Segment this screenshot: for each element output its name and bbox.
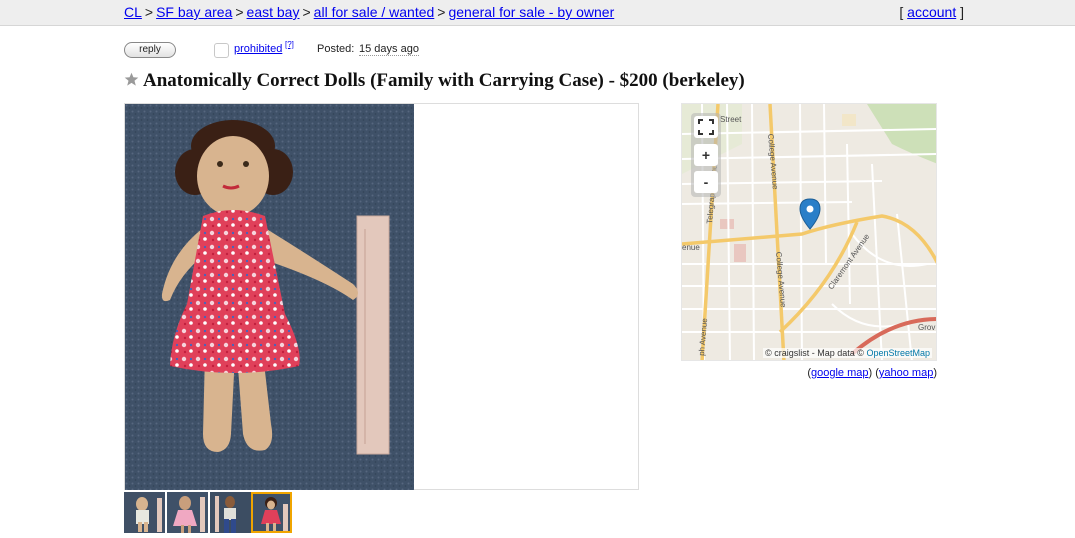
posting-title: Anatomically Correct Dolls (Family with …	[143, 70, 745, 91]
breadcrumb-separator: >	[302, 4, 311, 20]
paren-close: )	[868, 367, 873, 379]
breadcrumb-separator: >	[235, 4, 244, 20]
zoom-in-button[interactable]: +	[694, 144, 718, 166]
flag-prohibited-link[interactable]: prohibited	[234, 43, 282, 55]
paren-close: )	[933, 367, 937, 379]
top-bar: CL > SF bay area > east bay > all for sale / w…	[0, 0, 1075, 26]
thumbnail-2[interactable]	[167, 492, 208, 533]
map-controls: + -	[691, 113, 721, 197]
flag-checkbox[interactable]	[214, 43, 229, 58]
breadcrumb-separator: >	[144, 4, 154, 20]
main-image[interactable]	[125, 104, 414, 490]
thumbnail-1[interactable]	[124, 492, 165, 533]
account-bracket-open: [	[899, 4, 904, 20]
reply-button[interactable]: reply	[124, 42, 176, 58]
fullscreen-icon[interactable]	[694, 116, 718, 138]
openstreetmap-link[interactable]: OpenStreetMap	[866, 348, 930, 358]
breadcrumb: CL > SF bay area > east bay > all for sale / w…	[124, 4, 614, 20]
account-link[interactable]: account	[907, 4, 956, 20]
location-map[interactable]: Telegraph Avenue College Avenue College …	[681, 103, 937, 361]
map-label-grov: Grov	[918, 323, 935, 332]
breadcrumb-cl[interactable]: CL	[124, 4, 142, 20]
map-attribution-text: © craigslist - Map data ©	[765, 348, 864, 358]
map-label-street: Street	[720, 115, 742, 124]
breadcrumb-sf-bay-area[interactable]: SF bay area	[156, 4, 232, 20]
zoom-out-button[interactable]: -	[694, 171, 718, 193]
thumbnail-3[interactable]	[210, 492, 251, 533]
flag-help-link[interactable]: [?]	[285, 40, 294, 49]
google-map-link[interactable]: google map	[811, 367, 869, 379]
map-attribution: © craigslist - Map data © OpenStreetMap	[763, 348, 932, 358]
breadcrumb-for-sale-wanted[interactable]: all for sale / wanted	[314, 4, 435, 20]
thumbnail-4-selected[interactable]	[251, 492, 292, 533]
image-gallery	[124, 103, 639, 490]
posting-title-row: Anatomically Correct Dolls (Family with …	[124, 70, 745, 92]
map-label-enue: enue	[682, 243, 700, 252]
breadcrumb-east-bay[interactable]: east bay	[247, 4, 300, 20]
breadcrumb-separator: >	[437, 4, 446, 20]
account-bracket-close: ]	[960, 4, 964, 20]
map-links: (google map) (yahoo map)	[807, 367, 937, 379]
posted-time: 15 days ago	[359, 43, 419, 56]
posted-label: Posted:	[317, 43, 355, 55]
yahoo-map-link[interactable]: yahoo map	[879, 367, 933, 379]
posting-actions: reply prohibited [?] Posted: 15 days ago	[124, 40, 624, 59]
account-link-wrapper: [ account ]	[899, 4, 964, 20]
star-icon[interactable]	[124, 72, 139, 87]
breadcrumb-general-for-sale[interactable]: general for sale - by owner	[448, 4, 614, 20]
